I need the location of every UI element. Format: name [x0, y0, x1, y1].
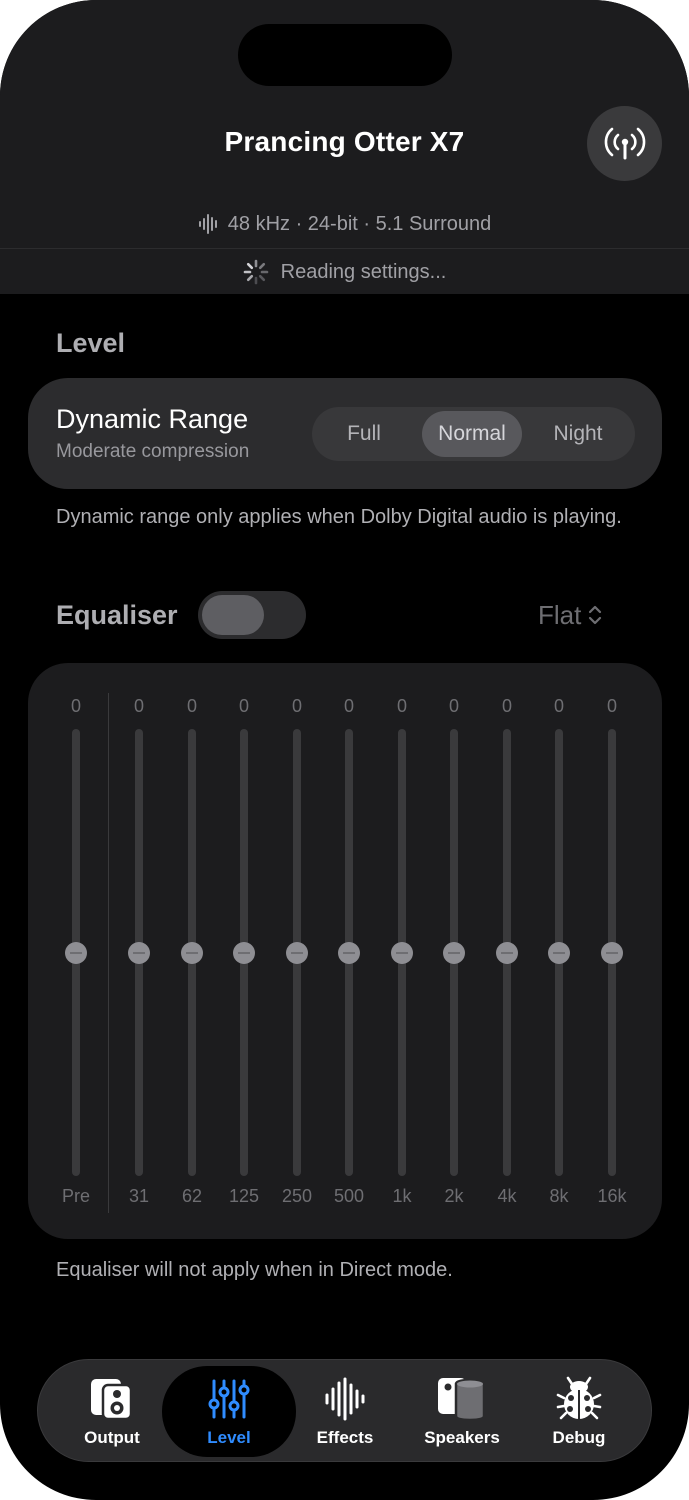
- eq-band-1k: 0 1k: [376, 663, 428, 1239]
- eq-band-value: 0: [343, 696, 354, 716]
- eq-band-pre: 0 Pre: [50, 663, 102, 1239]
- tab-level-label: Level: [207, 1428, 251, 1447]
- eq-band-value: 0: [238, 696, 249, 716]
- tab-output-label: Output: [84, 1428, 140, 1447]
- chevron-up-down-icon: [589, 605, 602, 625]
- preset-value: Flat: [538, 599, 582, 630]
- audio-format: 48 kHz · 24-bit · 5.1 Surround: [0, 210, 689, 238]
- antenna-icon: [604, 127, 645, 159]
- eq-band-2k: 0 2k: [428, 663, 480, 1239]
- speakers-icon: [395, 1374, 529, 1424]
- tab-effects[interactable]: Effects: [278, 1366, 412, 1457]
- waveform-icon: [278, 1374, 412, 1424]
- eq-band-value: 0: [186, 696, 197, 716]
- tab-debug-label: Debug: [552, 1428, 606, 1447]
- equaliser-note: Equaliser will not apply when in Direct …: [56, 1259, 453, 1281]
- ladybug-icon: [512, 1374, 646, 1424]
- eq-band-value: 0: [553, 696, 564, 716]
- preset-picker[interactable]: Flat: [538, 600, 603, 630]
- dynamic-island: [238, 24, 452, 86]
- eq-slider-thumb[interactable]: [601, 941, 623, 964]
- tab-debug[interactable]: Debug: [512, 1366, 646, 1457]
- eq-band-250: 0 250: [271, 663, 323, 1239]
- eq-band-value: 0: [291, 696, 302, 716]
- eq-band-label: 16k: [597, 1186, 627, 1206]
- eq-slider-thumb[interactable]: [496, 941, 518, 964]
- equaliser-title: Equaliser: [56, 600, 178, 630]
- toggle-knob: [202, 595, 264, 635]
- level-section-title: Level: [56, 328, 126, 358]
- eq-band-label: Pre: [61, 1186, 90, 1206]
- eq-slider-thumb[interactable]: [65, 941, 87, 964]
- eq-band-500: 0 500: [323, 663, 375, 1239]
- dynamic-range-subtitle: Moderate compression: [56, 441, 250, 462]
- header: Prancing Otter X7 48 kHz · 24-bit · 5.1 …: [0, 0, 689, 294]
- eq-slider-thumb[interactable]: [391, 941, 413, 964]
- equaliser-card: 0 Pre 0 31 0 62 0 125 0 250 0 500 0 1k 0 2k 0 4k 0 8k 0 16k: [28, 663, 662, 1239]
- preamp-separator: [108, 693, 109, 1213]
- eq-slider-thumb[interactable]: [181, 941, 203, 964]
- eq-band-value: 0: [501, 696, 512, 716]
- equaliser-toggle[interactable]: [198, 591, 306, 639]
- eq-band-62: 0 62: [166, 663, 218, 1239]
- eq-band-value: 0: [70, 696, 81, 716]
- eq-band-8k: 0 8k: [533, 663, 585, 1239]
- tab-output[interactable]: Output: [45, 1366, 179, 1457]
- segment-night[interactable]: Night: [526, 411, 630, 457]
- dynamic-range-note: Dynamic range only applies when Dolby Di…: [56, 506, 622, 528]
- tab-bar: Output Level Effects Speakers Debug: [37, 1359, 652, 1462]
- eq-band-value: 0: [448, 696, 459, 716]
- tab-level[interactable]: Level: [162, 1366, 296, 1457]
- eq-band-16k: 0 16k: [586, 663, 638, 1239]
- eq-slider-thumb[interactable]: [286, 941, 308, 964]
- waveform-icon: [198, 214, 217, 234]
- spinner-icon: [243, 259, 268, 285]
- tab-effects-label: Effects: [316, 1428, 374, 1447]
- eq-band-4k: 0 4k: [481, 663, 533, 1239]
- status-text: Reading settings...: [280, 260, 447, 283]
- eq-slider-thumb[interactable]: [548, 941, 570, 964]
- eq-slider-thumb[interactable]: [128, 941, 150, 964]
- tab-speakers[interactable]: Speakers: [395, 1366, 529, 1457]
- connection-button[interactable]: [587, 106, 662, 181]
- speaker-box-icon: [45, 1374, 179, 1424]
- eq-band-31: 0 31: [113, 663, 165, 1239]
- eq-band-125: 0 125: [218, 663, 270, 1239]
- dynamic-range-card: Dynamic Range Moderate compression Full …: [28, 378, 662, 489]
- eq-slider-thumb[interactable]: [443, 941, 465, 964]
- eq-band-value: 0: [606, 696, 617, 716]
- eq-band-value: 0: [396, 696, 407, 716]
- device-name: Prancing Otter X7: [224, 126, 465, 157]
- tab-speakers-label: Speakers: [424, 1428, 500, 1447]
- sliders-icon: [162, 1374, 296, 1424]
- dynamic-range-selector: Full Normal Night: [312, 407, 635, 461]
- divider: [0, 248, 689, 249]
- loading-status: Reading settings...: [0, 258, 689, 286]
- dynamic-range-title: Dynamic Range: [56, 404, 249, 434]
- eq-slider-thumb[interactable]: [233, 941, 255, 964]
- app-screen: Prancing Otter X7 48 kHz · 24-bit · 5.1 …: [0, 0, 689, 1500]
- segment-full[interactable]: Full: [312, 411, 416, 457]
- eq-slider-thumb[interactable]: [338, 941, 360, 964]
- segment-normal[interactable]: Normal: [422, 411, 522, 457]
- audio-format-text: 48 kHz · 24-bit · 5.1 Surround: [227, 212, 492, 235]
- eq-band-value: 0: [133, 696, 144, 716]
